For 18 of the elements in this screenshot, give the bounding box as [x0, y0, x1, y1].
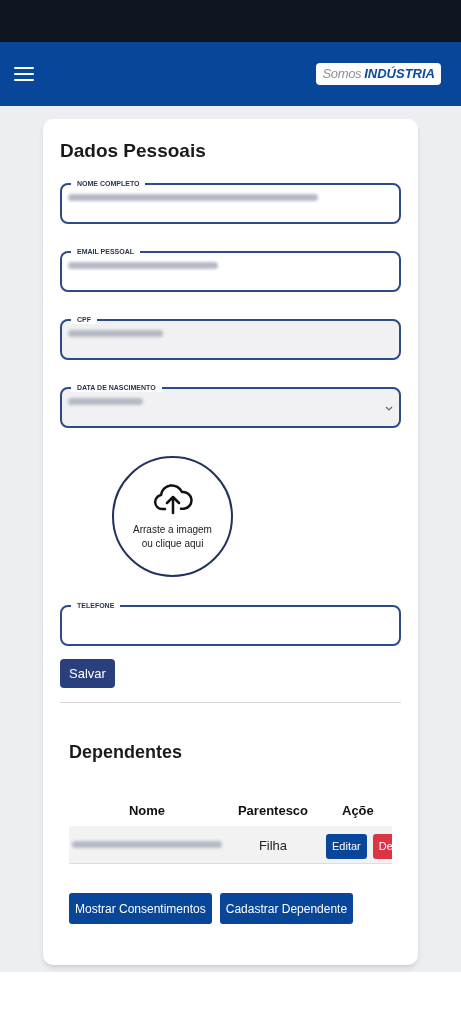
section-title: Dependentes	[69, 741, 184, 764]
column-header: Parentesco	[237, 803, 309, 819]
chevron-down-icon	[385, 406, 393, 411]
action-button[interactable]: Mostrar Consentimentos	[69, 893, 212, 924]
upload-hint: Arraste a imagem ou clique aqui	[132, 522, 213, 551]
delete-button[interactable]: De	[372, 834, 392, 859]
cloud-upload-icon	[152, 482, 193, 515]
column-header: Açõe	[342, 803, 374, 819]
menu-icon[interactable]	[14, 66, 34, 82]
table-cell: Filha	[258, 837, 288, 853]
upload-area[interactable]: Arraste a imagem ou clique aqui	[112, 456, 233, 577]
logo-text: Somos	[322, 65, 362, 84]
column-header: Nome	[128, 803, 166, 819]
edit-button[interactable]: Editar	[326, 834, 367, 859]
save-button[interactable]: Salvar	[60, 659, 115, 688]
logo-text: INDÚSTRIA	[364, 65, 435, 84]
action-button[interactable]: Cadastrar Dependente	[219, 893, 354, 924]
section-title: Dados Pessoais	[60, 139, 207, 163]
